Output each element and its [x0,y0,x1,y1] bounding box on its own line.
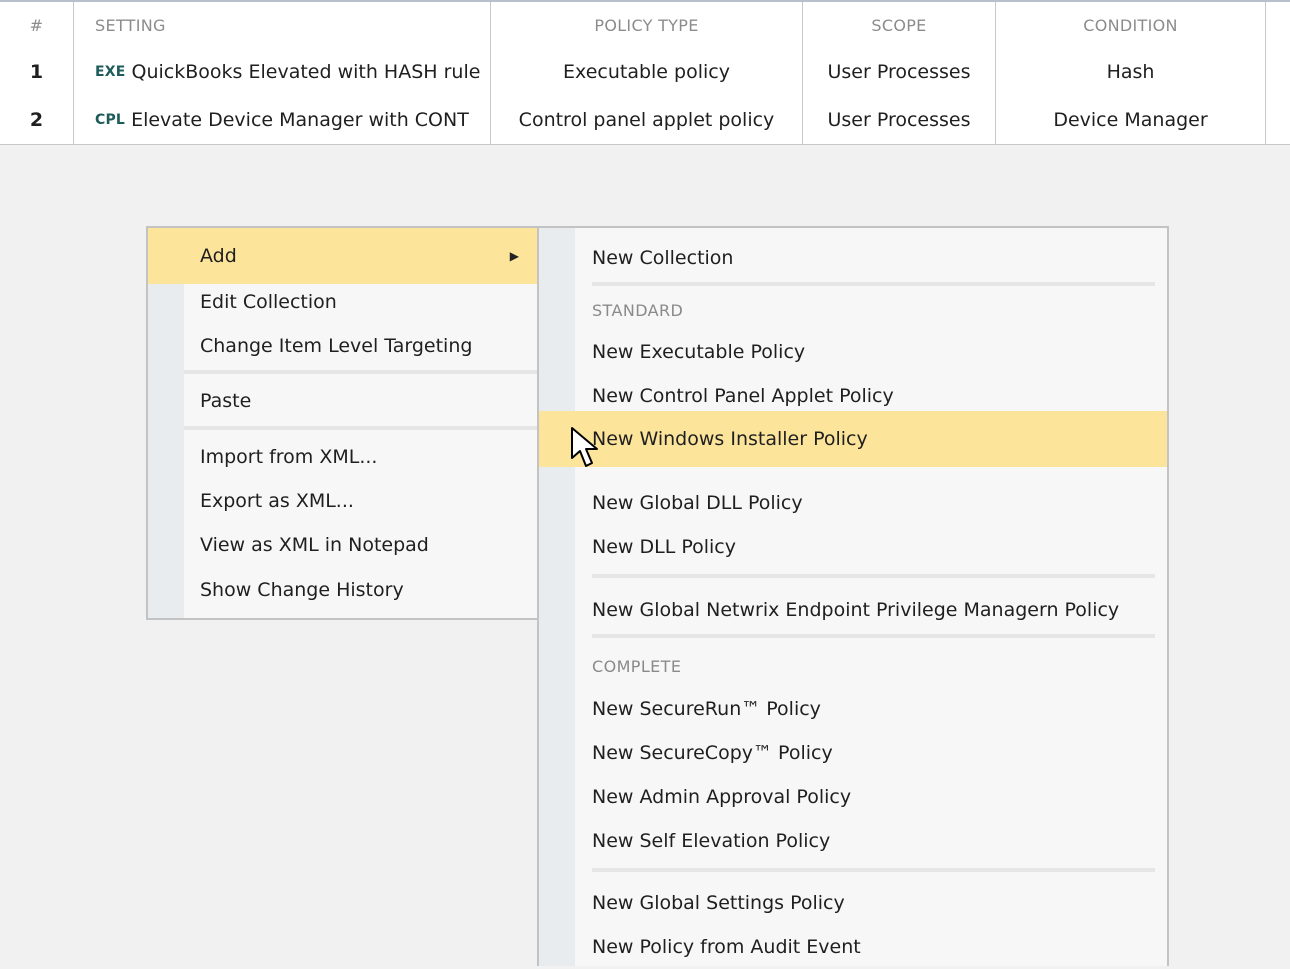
menu-item-add[interactable]: Add ▶ [148,228,537,284]
section-header-standard: STANDARD [592,300,684,320]
table-row[interactable]: 1 EXE QuickBooks Elevated with HASH rule… [0,48,1290,97]
condition-cell: Hash [996,48,1266,96]
column-header-condition[interactable]: CONDITION [996,2,1266,48]
submenu-item-new-policy-from-audit-event[interactable]: New Policy from Audit Event [539,925,1167,969]
menu-item-label: Add [200,245,237,267]
menu-item-view-xml-notepad[interactable]: View as XML in Notepad [148,523,537,567]
submenu-item-label: New Policy from Audit Event [592,936,861,958]
submenu-item-label: New Global Netwrix Endpoint Privilege Ma… [592,599,1120,621]
table-row[interactable]: 2 CPL Elevate Device Manager with CONT C… [0,96,1290,145]
submenu-item-new-dll-policy[interactable]: New DLL Policy [539,525,1167,569]
add-submenu: New Collection STANDARD New Executable P… [537,226,1169,966]
submenu-item-new-securerun-policy[interactable]: New SecureRun™ Policy [539,687,1167,731]
cpl-type-icon: CPL [95,112,126,128]
column-header-extra [1266,2,1290,48]
submenu-item-label: New SecureRun™ Policy [592,698,821,720]
menu-item-edit-collection[interactable]: Edit Collection [148,280,537,324]
submenu-item-label: New DLL Policy [592,536,736,558]
submenu-separator [592,574,1155,578]
mouse-pointer-icon [571,427,598,467]
submenu-separator [592,282,1155,286]
submenu-item-new-global-settings-policy[interactable]: New Global Settings Policy [539,881,1167,925]
submenu-item-new-self-elevation-policy[interactable]: New Self Elevation Policy [539,819,1167,863]
menu-item-import-xml[interactable]: Import from XML... [148,435,537,479]
menu-item-label: Paste [200,390,252,412]
submenu-item-label: New Self Elevation Policy [592,830,831,852]
submenu-item-label: New Global DLL Policy [592,492,803,514]
menu-separator [184,370,537,374]
setting-name: QuickBooks Elevated with HASH rule [131,61,481,83]
submenu-item-label: New Global Settings Policy [592,892,845,914]
submenu-item-label: New SecureCopy™ Policy [592,742,833,764]
submenu-item-new-windows-installer-policy[interactable]: New Windows Installer Policy [539,411,1167,467]
menu-item-show-change-history[interactable]: Show Change History [148,568,537,612]
section-header-complete: COMPLETE [592,656,682,676]
submenu-item-new-securecopy-policy[interactable]: New SecureCopy™ Policy [539,731,1167,775]
menu-item-label: Show Change History [200,579,404,601]
grid-header-row: # SETTING POLICY TYPE SCOPE CONDITION [0,0,1290,49]
submenu-item-label: New Windows Installer Policy [592,428,868,450]
column-header-policy-type[interactable]: POLICY TYPE [491,2,803,48]
setting-cell: EXE QuickBooks Elevated with HASH rule [74,48,491,96]
context-menu: Add ▶ Edit Collection Change Item Level … [146,226,539,620]
scope-cell: User Processes [803,48,996,96]
submenu-item-new-global-netwrix-policy[interactable]: New Global Netwrix Endpoint Privilege Ma… [539,588,1167,632]
column-header-number[interactable]: # [0,2,74,48]
menu-item-change-item-level-targeting[interactable]: Change Item Level Targeting [148,324,537,368]
submenu-separator [592,634,1155,638]
extra-cell [1266,96,1290,144]
menu-item-label: View as XML in Notepad [200,534,429,556]
exe-type-icon: EXE [95,64,126,80]
setting-cell: CPL Elevate Device Manager with CONT [74,96,491,144]
policy-type-cell: Control panel applet policy [491,96,803,144]
scope-cell: User Processes [803,96,996,144]
column-header-setting[interactable]: SETTING [74,2,491,48]
submenu-item-label: New Admin Approval Policy [592,786,852,808]
policy-type-cell: Executable policy [491,48,803,96]
menu-item-label: Import from XML... [200,446,378,468]
menu-item-label: Change Item Level Targeting [200,335,473,357]
column-header-scope[interactable]: SCOPE [803,2,996,48]
submenu-item-label: New Executable Policy [592,341,806,363]
row-number: 1 [0,48,74,96]
submenu-item-new-admin-approval-policy[interactable]: New Admin Approval Policy [539,775,1167,819]
menu-item-export-xml[interactable]: Export as XML... [148,479,537,523]
submenu-arrow-icon: ▶ [509,249,519,263]
extra-cell [1266,48,1290,96]
menu-item-label: Export as XML... [200,490,354,512]
submenu-item-new-global-dll-policy[interactable]: New Global DLL Policy [539,481,1167,525]
setting-name: Elevate Device Manager with CONT [131,109,469,131]
submenu-item-new-executable-policy[interactable]: New Executable Policy [539,330,1167,374]
submenu-item-label: New Control Panel Applet Policy [592,385,894,407]
submenu-separator [592,868,1155,872]
submenu-item-new-collection[interactable]: New Collection [539,236,1167,280]
row-number: 2 [0,96,74,144]
condition-cell: Device Manager [996,96,1266,144]
menu-separator [184,426,537,430]
menu-item-label: Edit Collection [200,291,337,313]
submenu-item-label: New Collection [592,247,734,269]
menu-item-paste[interactable]: Paste [148,379,537,423]
